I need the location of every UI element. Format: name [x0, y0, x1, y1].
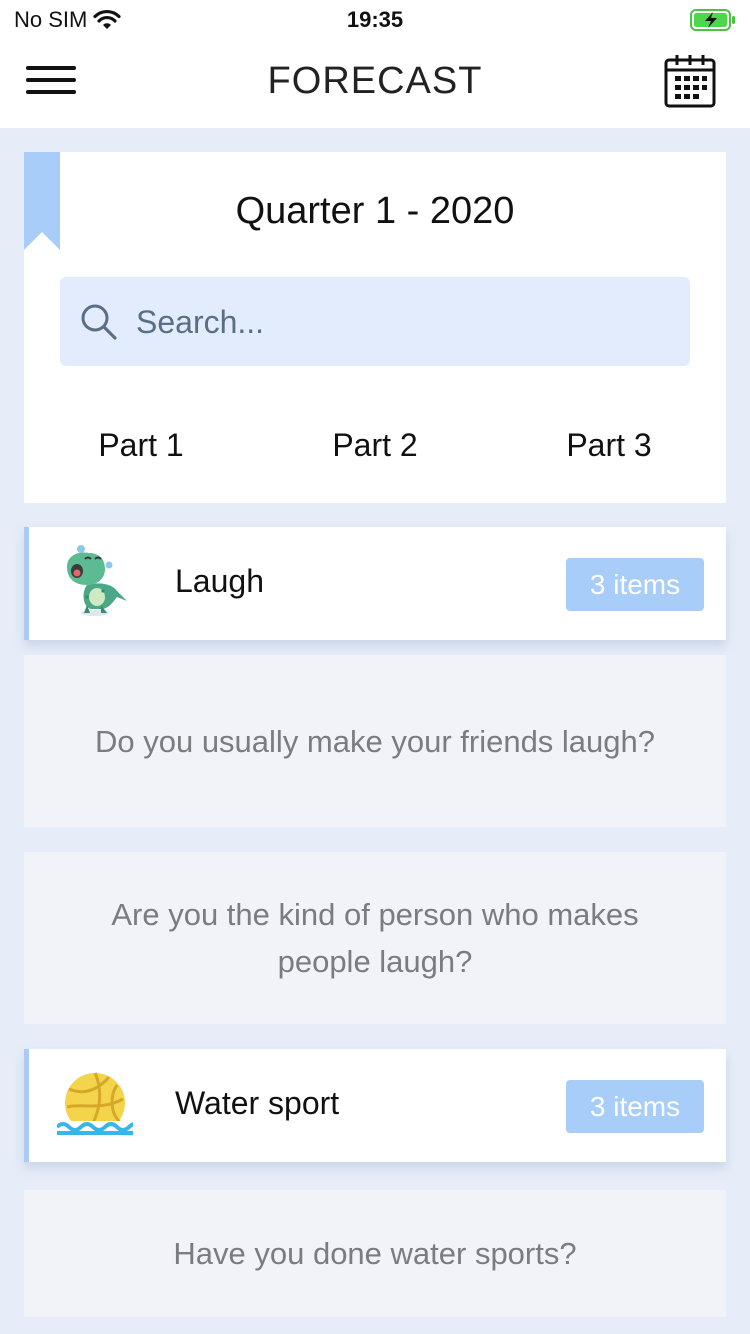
- category-row-water-sport[interactable]: Water sport 3 items: [24, 1049, 726, 1162]
- battery-charging-icon: [690, 9, 735, 31]
- hamburger-menu-icon[interactable]: [24, 58, 80, 102]
- search-input[interactable]: [136, 297, 666, 347]
- tab-part-1[interactable]: Part 1: [24, 427, 258, 464]
- quarter-title: Quarter 1 - 2020: [235, 190, 515, 232]
- water-polo-ball-icon: [57, 1072, 133, 1143]
- status-time: 19:35: [346, 7, 404, 32]
- question-card[interactable]: Do you usually make your friends laugh?: [24, 655, 726, 827]
- question-card[interactable]: Are you the kind of person who makes peo…: [24, 852, 726, 1024]
- category-name: Water sport: [175, 1085, 340, 1121]
- search-icon: [81, 304, 117, 340]
- part-tabs: Part 1 Part 2 Part 3: [24, 427, 726, 483]
- category-row-laugh[interactable]: Laugh 3 items: [24, 527, 726, 640]
- item-count-badge: 3 items: [566, 558, 704, 611]
- question-card[interactable]: Have you done water sports?: [24, 1190, 726, 1317]
- quarter-card: Quarter 1 - 2020 Part 1 Part 2 Part 3: [24, 152, 726, 503]
- item-count-badge: 3 items: [566, 1080, 704, 1133]
- laughing-dinosaur-icon: [67, 545, 127, 616]
- top-bar: No SIM 19:35 FORECAST: [0, 0, 750, 128]
- page-title: FORECAST: [267, 60, 483, 102]
- nav-bar: FORECAST: [0, 46, 750, 118]
- calendar-icon[interactable]: [664, 54, 716, 108]
- category-name: Laugh: [175, 563, 264, 599]
- search-bar[interactable]: [60, 277, 690, 366]
- tab-part-3[interactable]: Part 3: [492, 427, 726, 464]
- tab-part-2[interactable]: Part 2: [258, 427, 492, 464]
- status-bar: No SIM 19:35: [0, 0, 750, 40]
